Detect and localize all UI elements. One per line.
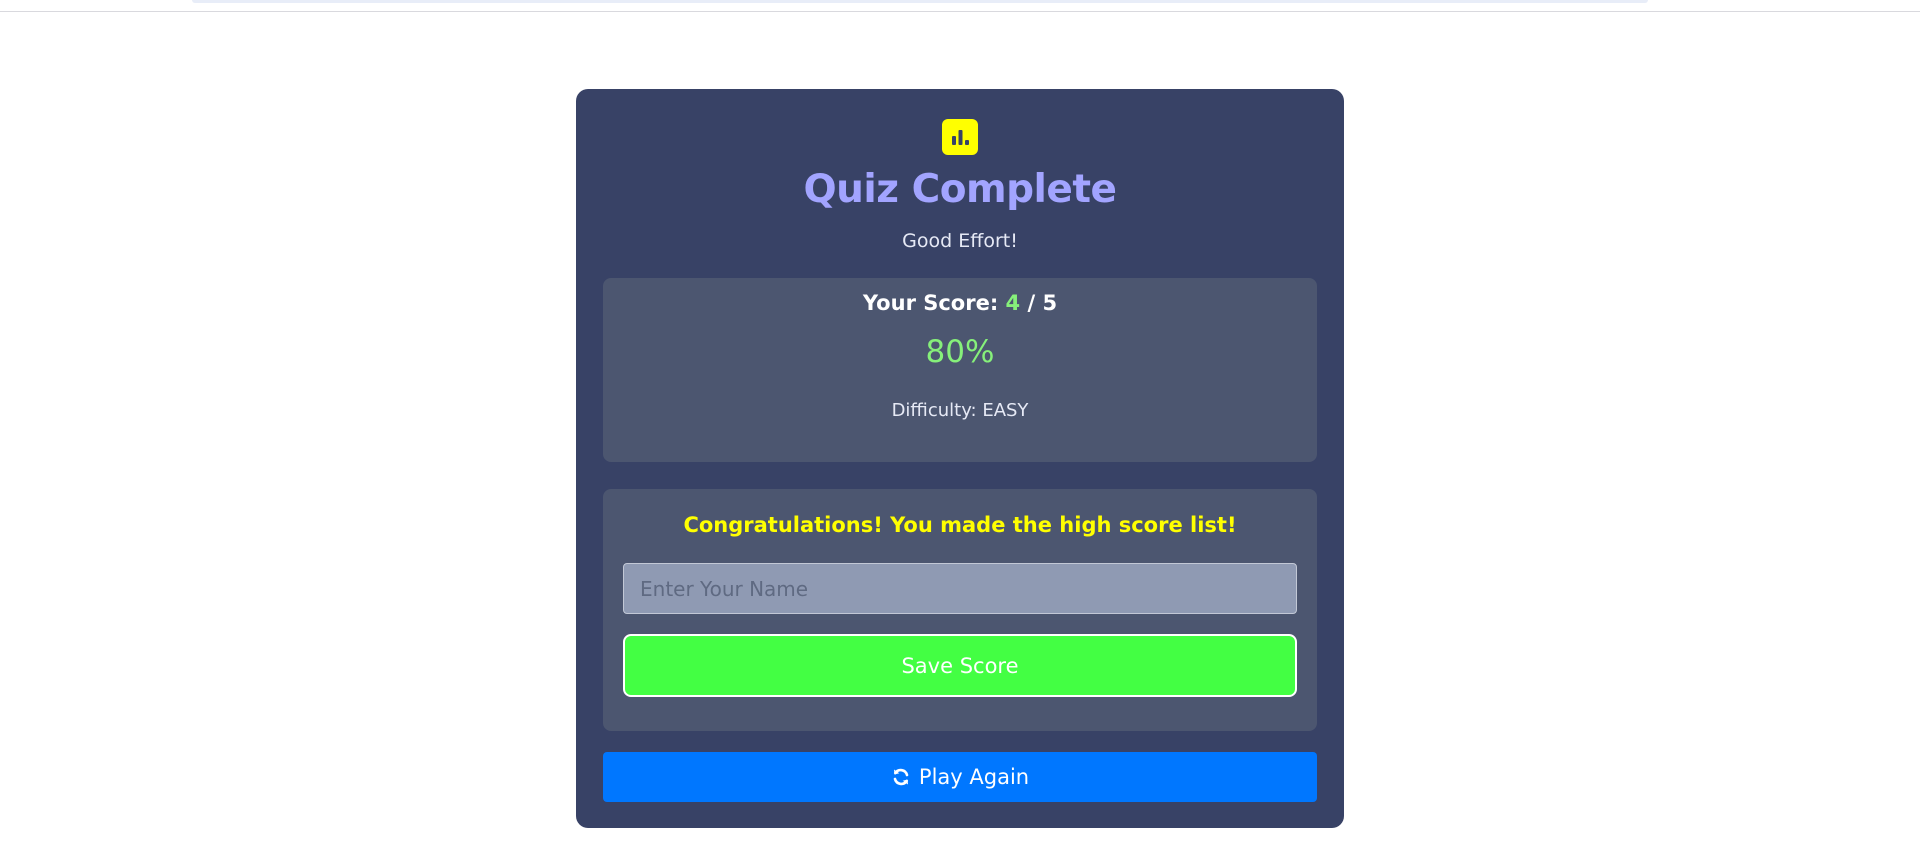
save-score-button[interactable]: Save Score	[623, 634, 1297, 697]
high-score-panel: Congratulations! You made the high score…	[603, 489, 1317, 731]
bar-chart-icon	[942, 119, 978, 155]
difficulty-label: Difficulty: EASY	[891, 400, 1029, 421]
result-subtitle: Good Effort!	[902, 230, 1018, 252]
quiz-result-card: Quiz Complete Good Effort! Your Score: 4…	[576, 89, 1344, 828]
name-input[interactable]	[623, 563, 1297, 614]
high-score-message: Congratulations! You made the high score…	[683, 513, 1237, 537]
score-label: Your Score:	[862, 291, 999, 315]
score-total: 5	[1042, 291, 1058, 315]
play-again-button[interactable]: Play Again	[603, 752, 1317, 802]
score-separator: /	[1027, 291, 1036, 315]
score-line: Your Score: 4 / 5	[603, 291, 1317, 315]
browser-top-strip	[0, 0, 1920, 12]
page-title: Quiz Complete	[803, 167, 1117, 212]
play-again-label: Play Again	[918, 765, 1030, 789]
score-correct: 4	[1005, 291, 1021, 315]
score-percent: 80%	[925, 334, 995, 370]
score-panel: Your Score: 4 / 5 80% Difficulty: EASY	[603, 278, 1317, 462]
refresh-icon	[891, 767, 911, 787]
top-bar-edge	[192, 0, 1648, 3]
